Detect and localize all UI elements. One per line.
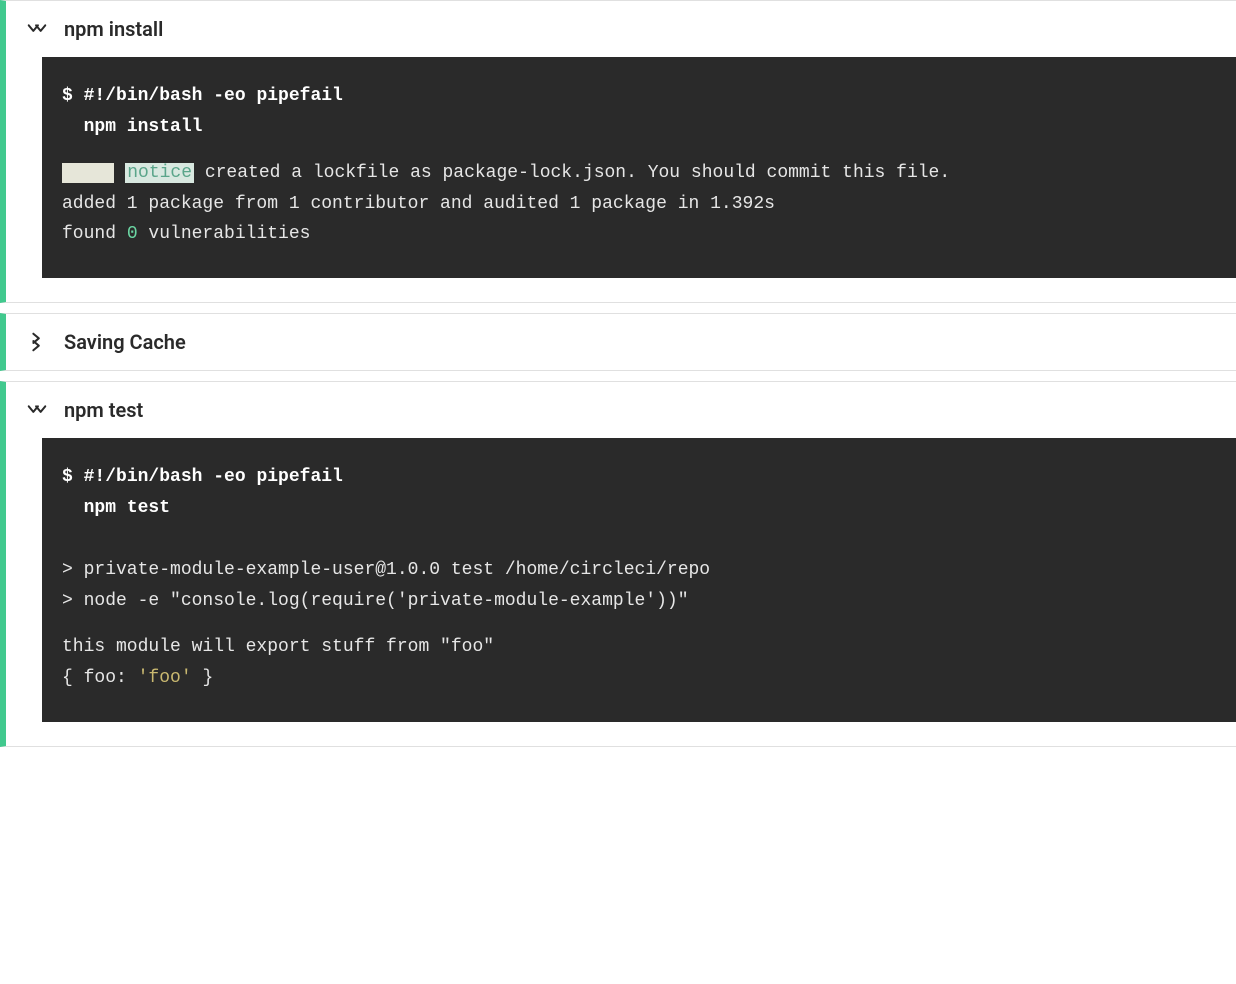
step-saving-cache: Saving Cache [0, 313, 1236, 371]
terminal-line: added 1 package from 1 contributor and a… [62, 189, 1216, 220]
terminal-line: found 0 vulnerabilities [62, 219, 1216, 250]
step-npm-test: npm test $ #!/bin/bash -eo pipefail npm … [0, 381, 1236, 747]
step-header[interactable]: Saving Cache [6, 314, 1236, 370]
chevron-right-icon [26, 331, 48, 353]
terminal-line: { foo: 'foo' } [62, 663, 1216, 694]
terminal-line: this module will export stuff from "foo" [62, 632, 1216, 663]
step-npm-install: npm install $ #!/bin/bash -eo pipefail n… [0, 0, 1236, 303]
step-header[interactable]: npm test [6, 382, 1236, 438]
chevron-down-icon [26, 18, 48, 40]
terminal-line: > private-module-example-user@1.0.0 test… [62, 555, 1216, 586]
terminal-line: npm test [62, 493, 1216, 524]
step-title: npm test [64, 398, 143, 422]
npm-notice-label: notice [125, 163, 194, 183]
npm-notice-blank [62, 163, 114, 183]
step-body: $ #!/bin/bash -eo pipefail npm test > pr… [6, 438, 1236, 746]
step-header[interactable]: npm install [6, 1, 1236, 57]
terminal-line: > node -e "console.log(require('private-… [62, 586, 1216, 617]
terminal-output: $ #!/bin/bash -eo pipefail npm install n… [42, 57, 1236, 278]
terminal-line: notice created a lockfile as package-loc… [62, 158, 1216, 189]
step-title: Saving Cache [64, 330, 186, 354]
terminal-line: npm install [62, 112, 1216, 143]
terminal-output: $ #!/bin/bash -eo pipefail npm test > pr… [42, 438, 1236, 722]
chevron-down-icon [26, 399, 48, 421]
terminal-line: $ #!/bin/bash -eo pipefail [62, 462, 1216, 493]
step-title: npm install [64, 17, 163, 41]
step-body: $ #!/bin/bash -eo pipefail npm install n… [6, 57, 1236, 302]
terminal-line: $ #!/bin/bash -eo pipefail [62, 81, 1216, 112]
